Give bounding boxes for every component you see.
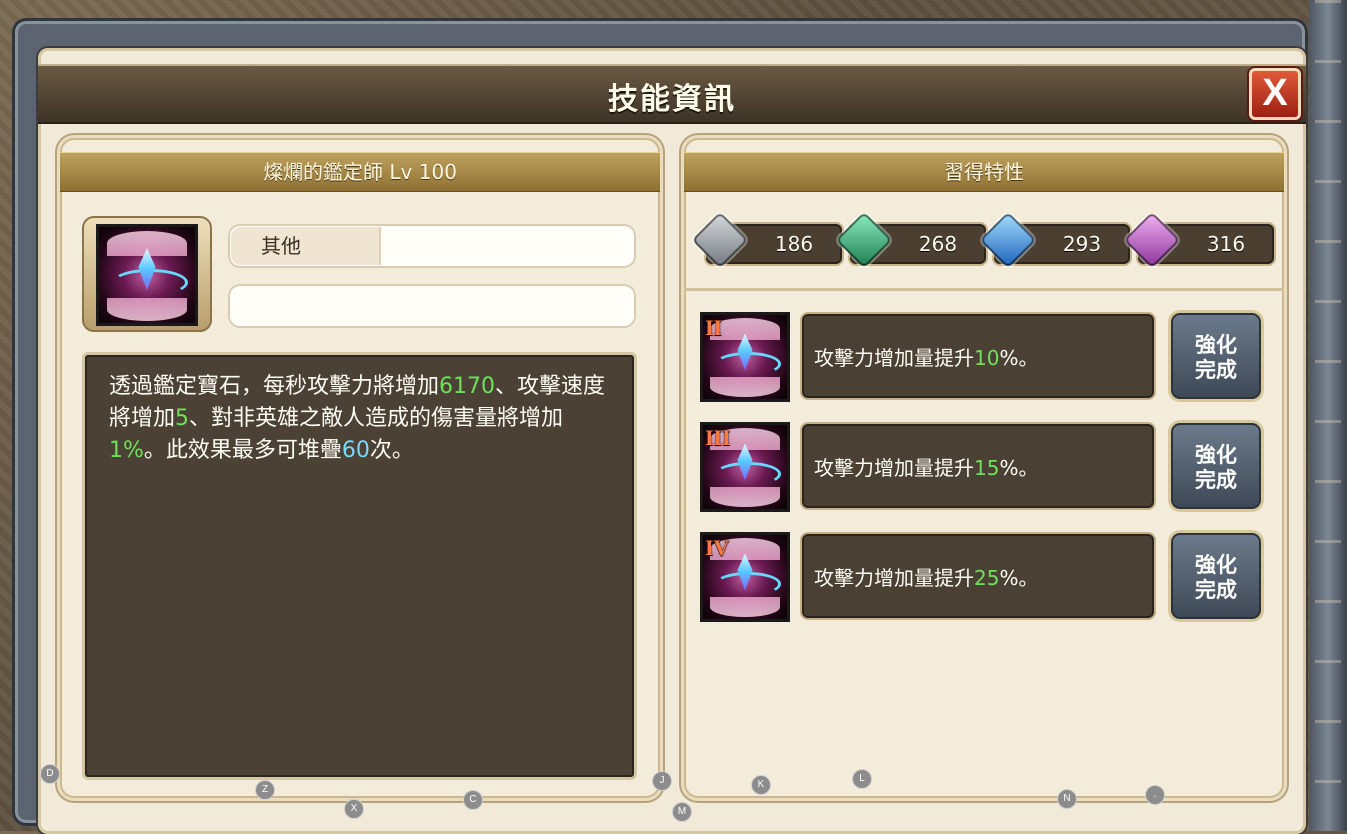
trait-text-prefix: 攻擊力增加量提升 bbox=[814, 566, 974, 590]
hotkey-d[interactable]: D bbox=[40, 764, 60, 784]
hotkey-period[interactable]: . bbox=[1145, 785, 1165, 805]
desc-speed-value: 5 bbox=[175, 406, 190, 431]
gem-counts: 186 268 293 316 bbox=[691, 211, 1276, 269]
skill-type-bar: 其他 bbox=[228, 224, 636, 268]
window-title: 技能資訊 bbox=[608, 82, 736, 117]
trait-row: II 攻擊力增加量提升10%。 強化 完成 bbox=[696, 310, 1276, 406]
trait-value: 25 bbox=[974, 566, 1000, 590]
title-bar: 技能資訊 X bbox=[38, 64, 1306, 124]
window-body: 技能資訊 X 燦爛的鑑定師 Lv 100 其他 透過鑑定寶石，每秒攻擊力將增加6… bbox=[38, 48, 1306, 834]
trait-text-prefix: 攻擊力增加量提升 bbox=[814, 346, 974, 370]
close-button[interactable]: X bbox=[1249, 68, 1301, 120]
purple-gem-icon bbox=[1123, 211, 1181, 269]
desc-text: 次。 bbox=[369, 438, 414, 463]
trait-description: 攻擊力增加量提升25%。 bbox=[800, 532, 1156, 620]
skill-icon bbox=[96, 224, 198, 326]
gem-count-value: 316 bbox=[1206, 232, 1246, 256]
hotkey-j[interactable]: J bbox=[652, 771, 672, 791]
trait-icon: IV bbox=[700, 532, 790, 622]
trait-icon: II bbox=[700, 312, 790, 402]
traits-panel: 習得特性 186 268 293 316 II 攻擊力增加量提升10%。 強化 … bbox=[684, 138, 1284, 798]
trait-description: 攻擊力增加量提升15%。 bbox=[800, 422, 1156, 510]
trait-text-suffix: %。 bbox=[999, 566, 1039, 590]
hotkey-z[interactable]: Z bbox=[255, 780, 275, 800]
divider bbox=[684, 288, 1284, 291]
enhance-complete-button[interactable]: 強化 完成 bbox=[1168, 310, 1264, 402]
trait-row: IV 攻擊力增加量提升25%。 強化 完成 bbox=[696, 530, 1276, 626]
hotkey-l[interactable]: L bbox=[852, 769, 872, 789]
gem-count-value: 186 bbox=[774, 232, 814, 256]
green-gem-icon bbox=[835, 211, 893, 269]
trait-rank: IV bbox=[705, 535, 730, 560]
skill-header: 燦爛的鑑定師 Lv 100 bbox=[60, 152, 660, 192]
enhance-complete-button[interactable]: 強化 完成 bbox=[1168, 420, 1264, 512]
gray-gem-icon bbox=[691, 211, 749, 269]
trait-rank: II bbox=[705, 315, 723, 340]
gem-count-purple: 316 bbox=[1123, 211, 1276, 269]
trait-text-suffix: %。 bbox=[999, 346, 1039, 370]
trait-row: III 攻擊力增加量提升15%。 強化 完成 bbox=[696, 420, 1276, 516]
gem-count-green: 268 bbox=[835, 211, 988, 269]
hotkey-m[interactable]: M bbox=[672, 802, 692, 822]
traits-header: 習得特性 bbox=[684, 152, 1284, 192]
desc-attack-value: 6170 bbox=[439, 374, 496, 399]
trait-description: 攻擊力增加量提升10%。 bbox=[800, 312, 1156, 400]
trait-value: 15 bbox=[974, 456, 1000, 480]
enhance-complete-button[interactable]: 強化 完成 bbox=[1168, 530, 1264, 622]
skill-panel: 燦爛的鑑定師 Lv 100 其他 透過鑑定寶石，每秒攻擊力將增加6170、攻擊速… bbox=[60, 138, 660, 798]
trait-rank: III bbox=[705, 425, 731, 450]
desc-stack-value: 60 bbox=[341, 438, 370, 463]
blue-gem-icon bbox=[979, 211, 1037, 269]
skill-icon-frame bbox=[82, 216, 212, 332]
trait-value: 10 bbox=[974, 346, 1000, 370]
desc-text: 。此效果最多可堆疊 bbox=[143, 438, 342, 463]
hotkey-x[interactable]: X bbox=[344, 799, 364, 819]
trait-icon: III bbox=[700, 422, 790, 512]
side-ornament bbox=[1309, 0, 1347, 831]
gem-count-gray: 186 bbox=[691, 211, 844, 269]
skill-description: 透過鑑定寶石，每秒攻擊力將增加6170、攻擊速度將增加5、對非英雄之敵人造成的傷… bbox=[82, 352, 637, 780]
gem-count-blue: 293 bbox=[979, 211, 1132, 269]
hotkey-c[interactable]: C bbox=[463, 790, 483, 810]
hotkey-n[interactable]: N bbox=[1057, 789, 1077, 809]
trait-text-suffix: %。 bbox=[999, 456, 1039, 480]
gem-count-value: 293 bbox=[1062, 232, 1102, 256]
skill-type-label: 其他 bbox=[231, 227, 381, 265]
trait-text-prefix: 攻擊力增加量提升 bbox=[814, 456, 974, 480]
desc-text: 透過鑑定寶石，每秒攻擊力將增加 bbox=[109, 374, 440, 399]
desc-text: 、對非英雄之敵人造成的傷害量將增加 bbox=[189, 406, 564, 431]
hotkey-k[interactable]: K bbox=[751, 775, 771, 795]
skill-info-window: 技能資訊 X 燦爛的鑑定師 Lv 100 其他 透過鑑定寶石，每秒攻擊力將增加6… bbox=[12, 18, 1308, 834]
gem-count-value: 268 bbox=[918, 232, 958, 256]
skill-info-bar bbox=[228, 284, 636, 328]
desc-damage-value: 1% bbox=[109, 438, 144, 463]
